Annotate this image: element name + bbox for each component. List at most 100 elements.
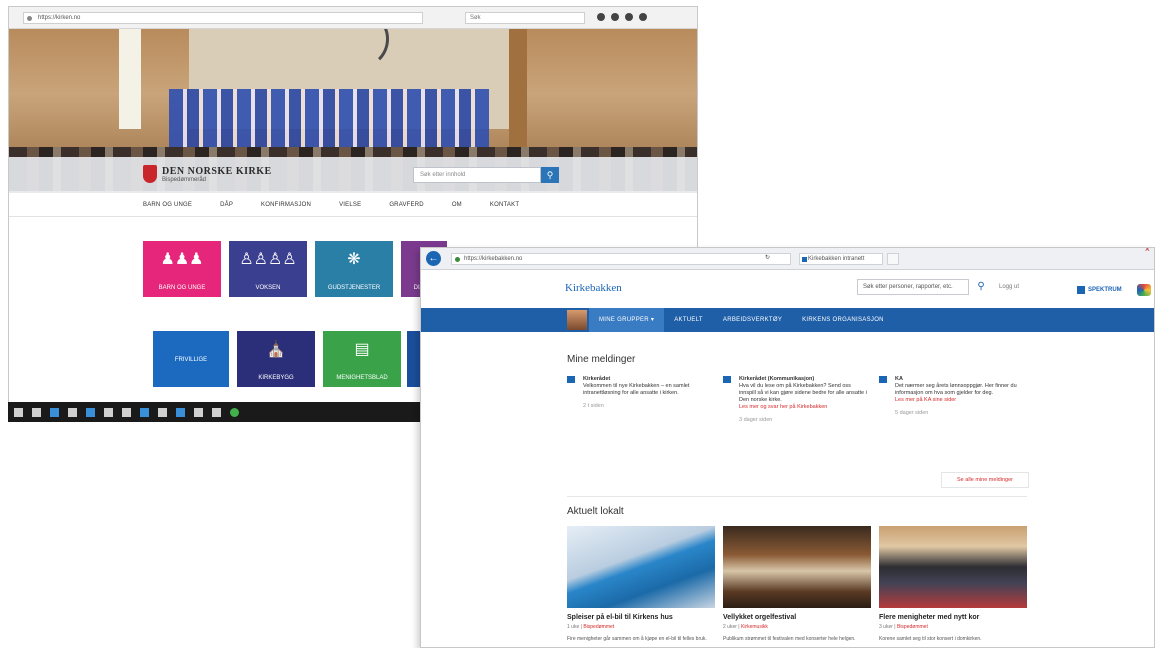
screenshot-stage: https://kirken.no Søk DEN NORSKE KIRKE B… — [0, 0, 1155, 648]
message-time: 2 t siden — [583, 403, 604, 409]
all-messages-button[interactable]: Se alle mine meldinger — [941, 472, 1029, 488]
partner-logo[interactable]: SPEKTRUM — [1077, 286, 1122, 294]
address-text: https://kirkebakken.no — [464, 256, 523, 262]
news-card[interactable]: Spleiser på el-bil til Kirkens hus 1 uke… — [567, 526, 715, 642]
tile-barn-og-unge[interactable]: ♟♟♟ Barn og unge — [143, 241, 221, 297]
messages-heading: Mine meldinger — [567, 354, 636, 365]
news-headline[interactable]: Spleiser på el-bil til Kirkens hus — [567, 614, 715, 621]
nav-item[interactable]: Konfirmasjon — [247, 193, 325, 216]
news-headline[interactable]: Vellykket orgelfestival — [723, 614, 871, 621]
logout-link[interactable]: Logg ut — [999, 284, 1019, 290]
close-icon[interactable]: × — [1145, 248, 1150, 254]
nav-item[interactable]: Gravferd — [375, 193, 438, 216]
address-bar[interactable]: https://kirken.no — [23, 12, 423, 24]
message-text: Det nærmer seg årets lønnsoppgjør. Her f… — [895, 383, 1017, 396]
settings-icon[interactable] — [212, 407, 221, 417]
logo-sub: Bispedømmeråd — [162, 176, 207, 183]
brand-bar: DEN NORSKE KIRKE Bispedømmeråd Søk etter… — [9, 157, 697, 193]
message-from: Kirkerådet (Kommunikasjon) — [739, 376, 815, 382]
avatar[interactable] — [567, 310, 587, 330]
tile-label: Voksen — [255, 285, 281, 291]
nav-label: Mine grupper — [599, 317, 649, 323]
message-icon — [879, 376, 887, 383]
favicon-icon — [802, 257, 807, 262]
home-icon[interactable] — [625, 13, 633, 21]
news-meta: 3 uker | Bispedømmet — [879, 624, 928, 630]
news-tag[interactable]: Kirkemusikk — [741, 624, 768, 630]
tab-title: Kirkebakken intranett — [808, 256, 865, 262]
nav-item-organisasjon[interactable]: Kirkens organisasjon — [792, 308, 894, 332]
news-tag[interactable]: Bispedømmet — [897, 624, 928, 630]
tile-kirkebygg[interactable]: ⛪ Kirkebygg — [237, 331, 315, 387]
message-time: 5 dager siden — [895, 410, 929, 416]
logo-name: DEN NORSKE KIRKE — [162, 165, 272, 177]
edge-icon[interactable] — [50, 407, 59, 417]
tile-label: Barn og unge — [158, 285, 206, 291]
download-icon[interactable] — [611, 13, 619, 21]
nav-item[interactable]: Vielse — [325, 193, 375, 216]
search-icon[interactable] — [32, 407, 41, 417]
search-icon[interactable]: ⚲ — [541, 167, 559, 183]
start-icon[interactable] — [14, 407, 23, 417]
camera-icon[interactable] — [122, 407, 131, 417]
nav-item[interactable]: Dåp — [206, 193, 247, 216]
new-tab-button[interactable] — [887, 253, 899, 265]
news-date: 2 uker — [723, 624, 737, 630]
news-tag[interactable]: Bispedømmet — [583, 624, 614, 630]
windows-taskbar — [8, 402, 428, 422]
site-logo[interactable]: Kirkebakken — [565, 282, 622, 294]
nav-item-arbeidsverktoy[interactable]: Arbeidsverktøy — [713, 308, 792, 332]
church-icon: ⛪ — [266, 341, 286, 358]
message-link[interactable]: Les mer på KA sine sider — [895, 397, 1023, 404]
site-logo[interactable]: DEN NORSKE KIRKE Bispedømmeråd — [143, 165, 272, 183]
message-link[interactable]: Les mer og svar her på Kirkebakken — [739, 404, 867, 411]
message-icon — [567, 376, 575, 383]
news-heading: Aktuelt lokalt — [567, 506, 624, 517]
nav-item-mine-grupper[interactable]: Mine grupper ▾ — [589, 308, 665, 332]
nav-item[interactable]: Kontakt — [476, 193, 533, 216]
news-date: 1 uke — [567, 624, 580, 630]
tile-gudstjenester[interactable]: ❋ Gudstjenester — [315, 241, 393, 297]
back-arrow-icon[interactable]: ← — [426, 251, 441, 266]
word-icon[interactable] — [140, 407, 149, 417]
tile-menighetsblad[interactable]: ▤ Menighetsblad — [323, 331, 401, 387]
nav-item[interactable]: Barn og unge — [129, 193, 206, 216]
photos-icon[interactable] — [194, 407, 203, 417]
partner-icon — [1077, 286, 1085, 294]
news-headline[interactable]: Flere menigheter med nytt kor — [879, 614, 1027, 621]
partner-name: SPEKTRUM — [1088, 287, 1122, 293]
lock-icon — [455, 257, 460, 262]
site-search-input[interactable]: Søk etter personer, rapporter, etc. — [857, 279, 969, 295]
media-icon[interactable] — [158, 407, 167, 417]
chrome-icon[interactable] — [230, 407, 239, 417]
tile-voksen[interactable]: ♙♙♙♙ Voksen — [229, 241, 307, 297]
news-card[interactable]: Flere menigheter med nytt kor 3 uker | B… — [879, 526, 1027, 642]
news-image-choir[interactable] — [879, 526, 1027, 608]
news-image-organ[interactable] — [723, 526, 871, 608]
hero-window — [119, 29, 141, 129]
news-meta: 2 uker | Kirkemusikk — [723, 624, 768, 630]
explorer-icon[interactable] — [68, 407, 77, 417]
site-search-input[interactable]: Søk etter innhold — [413, 167, 541, 183]
search-icon[interactable]: ⚲ — [973, 279, 989, 295]
bookmark-icon[interactable] — [597, 13, 605, 21]
browser-toolbar: ← https://kirkebakken.no ↻ Kirkebakken i… — [421, 248, 1154, 270]
browser-search-input[interactable]: Søk — [465, 12, 585, 24]
message-from: KA — [895, 376, 903, 382]
store-icon[interactable] — [86, 407, 95, 417]
message-time: 3 dager siden — [739, 417, 773, 423]
app-launcher-icon[interactable] — [1137, 284, 1151, 296]
message-from: Kirkerådet — [583, 376, 611, 382]
news-card[interactable]: Vellykket orgelfestival 2 uker | Kirkemu… — [723, 526, 871, 642]
refresh-icon[interactable]: ↻ — [765, 254, 770, 261]
nav-item[interactable]: Om — [438, 193, 476, 216]
tile-frivillige[interactable]: Frivillige — [153, 331, 229, 387]
nav-item-aktuelt[interactable]: Aktuelt — [664, 308, 713, 332]
menu-icon[interactable] — [639, 13, 647, 21]
browser-tab[interactable]: Kirkebakken intranett — [799, 253, 883, 265]
outlook-icon[interactable] — [176, 407, 185, 417]
people-icon: ♟♟♟ — [160, 251, 204, 268]
mail-icon[interactable] — [104, 407, 113, 417]
news-image-car[interactable] — [567, 526, 715, 608]
address-bar[interactable]: https://kirkebakken.no — [451, 253, 791, 265]
